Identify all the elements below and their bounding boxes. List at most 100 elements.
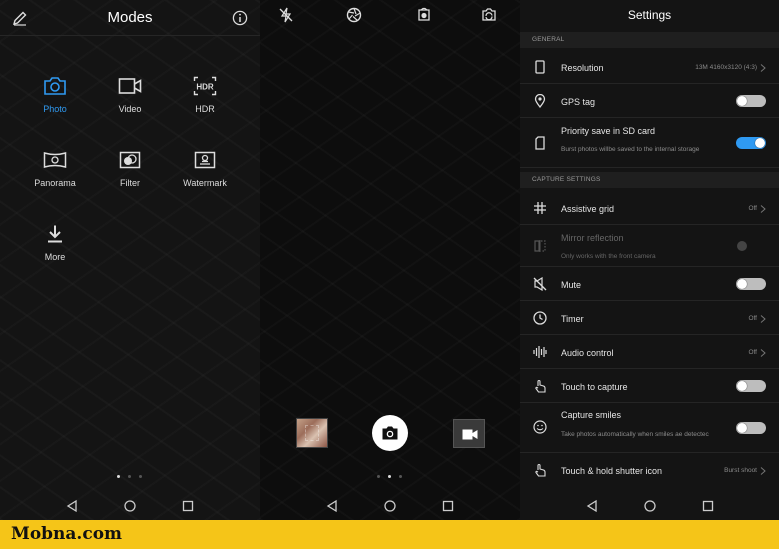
setting-timer[interactable]: Timer Off — [520, 301, 779, 335]
setting-touch-hold-shutter[interactable]: Touch & hold shutter icon Burst shoot — [520, 453, 779, 487]
setting-assistive-grid[interactable]: Assistive grid Off — [520, 191, 779, 225]
mode-label: Filter — [120, 178, 140, 188]
back-icon[interactable] — [325, 499, 339, 513]
gallery-thumbnail[interactable] — [296, 418, 328, 448]
video-camera-icon — [462, 429, 478, 440]
setting-value: Off — [748, 205, 757, 212]
setting-description: Only works with the front camera — [561, 253, 656, 260]
setting-resolution[interactable]: Resolution 13M 4160x3120 (4:3) — [520, 50, 779, 84]
page-dot — [117, 475, 120, 478]
home-icon[interactable] — [123, 499, 137, 513]
section-label: GENERAL — [532, 36, 565, 43]
setting-label: Priority save in SD card — [561, 126, 656, 136]
switch-camera-icon[interactable] — [481, 7, 497, 23]
mute-toggle[interactable] — [736, 278, 766, 290]
setting-audio-control[interactable]: Audio control Off — [520, 335, 779, 369]
home-icon[interactable] — [383, 499, 397, 513]
download-icon — [48, 225, 62, 243]
grid-icon — [534, 202, 546, 214]
page-dot — [377, 475, 380, 478]
modes-title: Modes — [107, 9, 153, 26]
settings-screen: Settings GENERAL Resolution 13M 4160x312… — [520, 0, 779, 520]
mode-panorama[interactable]: Panorama — [15, 150, 95, 188]
section-label: CAPTURE SETTINGS — [532, 176, 601, 183]
video-camera-icon — [118, 78, 142, 94]
chevron-right-icon — [760, 467, 766, 475]
info-icon[interactable] — [232, 10, 248, 26]
modes-header: Modes — [0, 0, 260, 36]
mirror-reflection-toggle — [736, 240, 747, 252]
mode-filter[interactable]: Filter — [90, 150, 170, 188]
setting-gps-tag[interactable]: GPS tag — [520, 84, 779, 118]
page-dot — [128, 475, 131, 478]
mode-more[interactable]: More — [15, 224, 95, 262]
priority-save-sd-toggle[interactable] — [736, 137, 766, 149]
page-indicator — [360, 473, 420, 479]
mode-watermark[interactable]: Watermark — [165, 150, 245, 188]
page-dot — [388, 475, 391, 478]
recents-icon[interactable] — [441, 499, 455, 513]
mode-label: HDR — [195, 104, 215, 114]
touch-to-capture-toggle[interactable] — [736, 380, 766, 392]
touch-hold-icon — [535, 463, 546, 477]
aperture-icon[interactable] — [346, 7, 362, 23]
mode-photo[interactable]: Photo — [15, 76, 95, 114]
setting-mute[interactable]: Mute — [520, 267, 779, 301]
shutter-button[interactable] — [372, 415, 408, 451]
camera-icon — [44, 77, 66, 95]
screenshot-collage: Modes Photo Video HDR HDR Panorama Filte… — [0, 0, 779, 520]
mode-label: Panorama — [34, 178, 76, 188]
mode-label: Video — [118, 104, 142, 114]
home-icon[interactable] — [643, 499, 657, 513]
setting-label: Capture smiles — [561, 410, 622, 420]
camera-icon — [382, 426, 398, 440]
recents-icon[interactable] — [181, 499, 195, 513]
setting-label: Touch & hold shutter icon — [561, 466, 663, 476]
page-dot — [139, 475, 142, 478]
mode-video[interactable]: Video — [90, 76, 170, 114]
brand-watermark-bar: Mobna.com — [0, 520, 779, 549]
page-dot — [399, 475, 402, 478]
phone-icon — [535, 60, 545, 74]
record-video-button[interactable] — [453, 419, 485, 448]
setting-value: Burst shoot — [724, 467, 757, 474]
beauty-mode-icon[interactable] — [416, 7, 432, 23]
setting-touch-to-capture[interactable]: Touch to capture — [520, 369, 779, 403]
sd-card-icon — [535, 136, 545, 150]
touch-icon — [535, 379, 546, 393]
capture-smiles-toggle[interactable] — [736, 422, 766, 434]
recents-icon[interactable] — [701, 499, 715, 513]
smile-icon — [533, 420, 547, 434]
mode-label: More — [44, 252, 66, 262]
section-general: GENERAL — [520, 32, 779, 48]
chevron-right-icon — [760, 349, 766, 357]
camera-viewfinder-screen — [260, 0, 520, 520]
setting-label: Mirror reflection — [561, 233, 624, 243]
flash-off-icon[interactable] — [278, 7, 294, 23]
gps-tag-toggle[interactable] — [736, 95, 766, 107]
back-icon[interactable] — [585, 499, 599, 513]
modes-screen: Modes Photo Video HDR HDR Panorama Filte… — [0, 0, 260, 520]
mode-label: Watermark — [183, 178, 227, 188]
setting-priority-save-sd[interactable]: Priority save in SD card Burst photos wi… — [520, 118, 779, 168]
setting-capture-smiles[interactable]: Capture smiles Take photos automatically… — [520, 403, 779, 453]
back-icon[interactable] — [65, 499, 79, 513]
setting-mirror-reflection: Mirror reflection Only works with the fr… — [520, 225, 779, 267]
mute-icon — [533, 277, 547, 291]
navigation-bar — [0, 492, 260, 520]
section-capture-settings: CAPTURE SETTINGS — [520, 172, 779, 188]
location-pin-icon — [534, 94, 546, 108]
mode-hdr[interactable]: HDR HDR — [165, 76, 245, 114]
brand-watermark: Mobna.com — [11, 524, 123, 544]
mirror-icon — [534, 240, 546, 252]
setting-label: Touch to capture — [561, 382, 628, 392]
mode-label: Photo — [43, 104, 67, 114]
chevron-right-icon — [760, 315, 766, 323]
setting-description: Burst photos willbe saved to the interna… — [561, 146, 700, 153]
setting-label: Audio control — [561, 348, 614, 358]
setting-value: Off — [748, 315, 757, 322]
setting-value: 13M 4160x3120 (4:3) — [695, 64, 757, 71]
watermark-icon — [194, 151, 216, 169]
setting-label: Resolution — [561, 63, 604, 73]
sound-wave-icon — [533, 346, 547, 358]
